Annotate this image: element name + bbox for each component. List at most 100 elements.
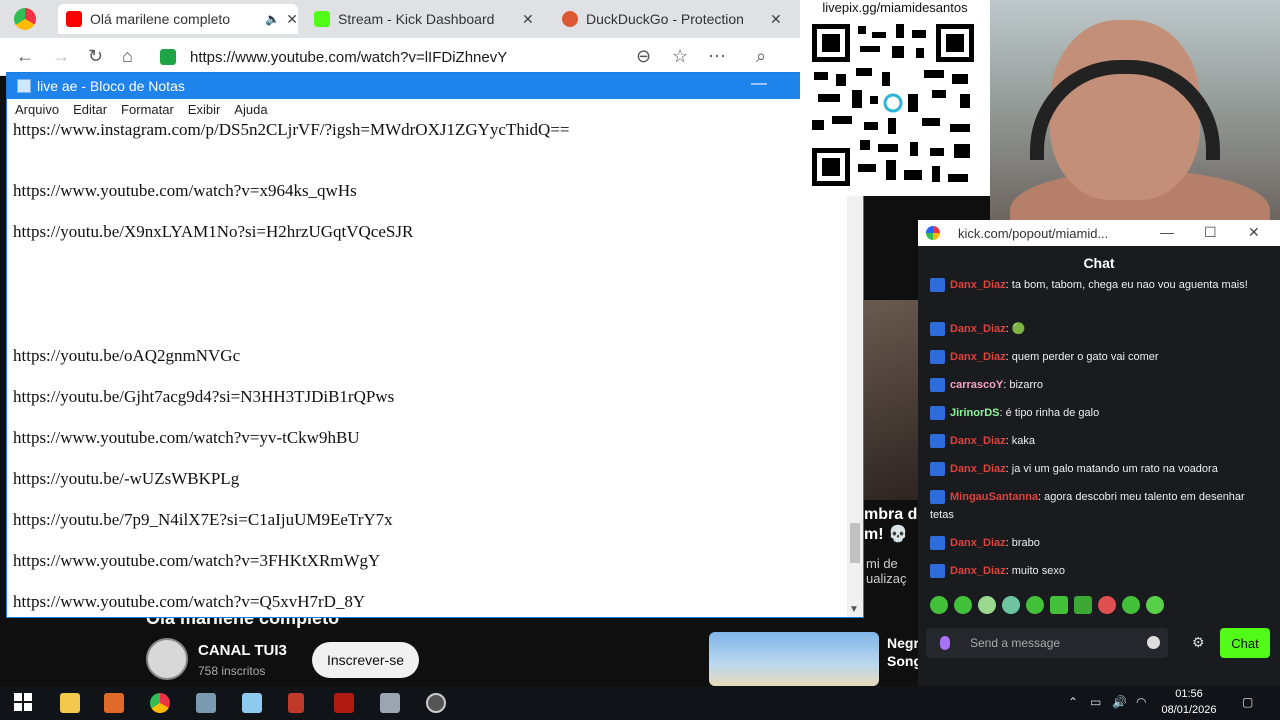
windows-start-icon[interactable]: [14, 693, 34, 713]
video-thumbnail[interactable]: [864, 300, 920, 500]
emote-icon[interactable]: [1146, 596, 1164, 614]
qr-code-icon: [812, 24, 974, 186]
chat-text: kaka: [1011, 435, 1036, 447]
chat-username[interactable]: Danx_Diaz: [950, 537, 1006, 549]
text-line: https://youtu.be/-wUZsWBKPLg: [13, 469, 240, 488]
emote-icon[interactable]: [1098, 596, 1116, 614]
close-icon[interactable]: ✕: [1248, 224, 1260, 241]
minimize-icon[interactable]: —: [751, 75, 767, 93]
chat-username[interactable]: MingauSantanna: [950, 491, 1038, 503]
send-chat-button[interactable]: Chat: [1220, 628, 1270, 658]
emote-icon[interactable]: [1002, 596, 1020, 614]
emote-icon[interactable]: [954, 596, 972, 614]
chat-username[interactable]: Danx_Diaz: [950, 463, 1006, 475]
badge-icon: [930, 322, 945, 337]
maximize-icon[interactable]: ☐: [1204, 224, 1217, 241]
recommended-thumbnail[interactable]: [709, 632, 879, 686]
tab-kick[interactable]: Stream - Kick Dashboard ✕: [306, 4, 546, 34]
reload-icon[interactable]: ↻: [88, 46, 103, 67]
zoom-icon[interactable]: ⊖: [636, 46, 651, 67]
paint-icon[interactable]: [196, 693, 216, 713]
tab-youtube[interactable]: Olá marilene completo 🔈 ✕: [58, 4, 298, 34]
calculator-icon[interactable]: [288, 693, 304, 713]
obs-icon[interactable]: [426, 693, 446, 713]
media-player-icon[interactable]: [104, 693, 124, 713]
window-icon[interactable]: [380, 693, 400, 713]
emote-icon[interactable]: [978, 596, 996, 614]
file-explorer-icon[interactable]: [60, 693, 80, 713]
forward-icon[interactable]: →: [52, 46, 70, 67]
chat-message: Danx_Diaz: ja vi um galo matando um rato…: [930, 460, 1250, 478]
side-video-meta: mi de ualizaç: [866, 556, 907, 586]
scroll-down-icon[interactable]: ▼: [849, 604, 859, 615]
emote-icon[interactable]: [1026, 596, 1044, 614]
url-bar[interactable]: https://www.youtube.com/watch?v=lIFDiZhn…: [160, 43, 760, 71]
star-icon[interactable]: ☆: [672, 46, 688, 67]
menu-item-formatar[interactable]: Formatar: [121, 102, 174, 117]
tab-duckduckgo[interactable]: DuckDuckGo - Protection ✕: [554, 4, 794, 34]
volume-icon[interactable]: 🔊: [1112, 695, 1127, 709]
mute-icon[interactable]: 🔈: [265, 12, 280, 26]
notepad-icon: [17, 79, 31, 93]
close-icon[interactable]: ✕: [522, 11, 534, 28]
scrollbar[interactable]: ▼: [847, 193, 863, 617]
menu-item-ajuda[interactable]: Ajuda: [234, 102, 267, 117]
emote-icon[interactable]: [1050, 596, 1068, 614]
notepad-title-bar[interactable]: live ae - Bloco de Notas —: [7, 73, 807, 99]
tab-label: Stream - Kick Dashboard: [338, 11, 495, 27]
shield-icon: [160, 49, 176, 65]
flash-icon[interactable]: [334, 693, 354, 713]
text-line: https://www.youtube.com/watch?v=x964ks_q…: [13, 181, 357, 200]
chat-message: Danx_Diaz: quem perder o gato vai comer: [930, 348, 1250, 366]
back-icon[interactable]: ←: [16, 46, 34, 67]
browser-tab-bar: Olá marilene completo 🔈 ✕ Stream - Kick …: [0, 0, 800, 38]
side-video-title[interactable]: mbra de m! 💀: [864, 506, 926, 544]
chat-text: brabo: [1011, 537, 1040, 549]
chat-username[interactable]: Danx_Diaz: [950, 565, 1006, 577]
chevron-up-icon[interactable]: ⌃: [1068, 695, 1078, 709]
battery-icon[interactable]: ▭: [1090, 695, 1101, 709]
subscribe-button[interactable]: Inscrever-se: [312, 642, 419, 678]
chat-username[interactable]: Danx_Diaz: [950, 435, 1006, 447]
window-title: live ae - Bloco de Notas: [37, 78, 185, 94]
home-icon[interactable]: ⌂: [122, 46, 133, 67]
more-icon[interactable]: ⋯: [708, 46, 726, 67]
chat-username[interactable]: Danx_Diaz: [950, 351, 1006, 363]
chat-message: Danx_Diaz: 🟢: [930, 320, 1250, 338]
kick-title-bar[interactable]: kick.com/popout/miamid... — ☐ ✕: [918, 220, 1280, 246]
avatar[interactable]: [146, 638, 188, 680]
menu-item-editar[interactable]: Editar: [73, 102, 107, 117]
url-text[interactable]: https://www.youtube.com/watch?v=lIFDiZhn…: [190, 49, 507, 66]
emote-icon[interactable]: [930, 596, 948, 614]
chat-username[interactable]: carrascoY: [950, 379, 1003, 391]
wifi-icon[interactable]: ◠: [1136, 695, 1146, 709]
menu-item-exibir[interactable]: Exibir: [188, 102, 221, 117]
gear-icon[interactable]: ⚙: [1192, 634, 1205, 651]
badge-icon: [930, 434, 945, 449]
emote-icon[interactable]: [1122, 596, 1140, 614]
channel-name[interactable]: CANAL TUI3: [198, 642, 287, 659]
notepad-icon[interactable]: [242, 693, 262, 713]
chat-username[interactable]: JirinorDS: [950, 407, 1000, 419]
scrollbar-thumb[interactable]: [850, 523, 860, 563]
chat-username[interactable]: Danx_Diaz: [950, 323, 1006, 335]
browser-logo-icon[interactable]: [14, 8, 36, 30]
notification-icon[interactable]: ▢: [1242, 695, 1253, 709]
qr-label: livepix.gg/miamidesantos: [822, 0, 968, 15]
browser-nav-bar: ← → ↻ ⌂ https://www.youtube.com/watch?v=…: [0, 38, 800, 76]
emoji-icon[interactable]: [1147, 636, 1160, 649]
close-icon[interactable]: ✕: [770, 11, 782, 28]
chat-message-input[interactable]: Send a message: [926, 628, 1168, 658]
chat-message: Danx_Diaz: brabo: [930, 534, 1250, 552]
clock[interactable]: 01:56 08/01/2026: [1158, 686, 1220, 718]
text-line: https://www.instagram.com/p/DS5n2CLjrVF/…: [13, 120, 570, 139]
search-icon[interactable]: ⌕: [756, 46, 766, 67]
chat-username[interactable]: Danx_Diaz: [950, 279, 1006, 291]
emote-icon[interactable]: [1074, 596, 1092, 614]
browser-icon[interactable]: [150, 693, 170, 713]
menu-item-arquivo[interactable]: Arquivo: [15, 102, 59, 117]
text-line: https://youtu.be/X9nxLYAM1No?si=H2hrzUGq…: [13, 222, 414, 241]
minimize-icon[interactable]: —: [1160, 224, 1174, 240]
close-icon[interactable]: ✕: [286, 11, 298, 28]
microphone-icon[interactable]: [940, 636, 950, 650]
